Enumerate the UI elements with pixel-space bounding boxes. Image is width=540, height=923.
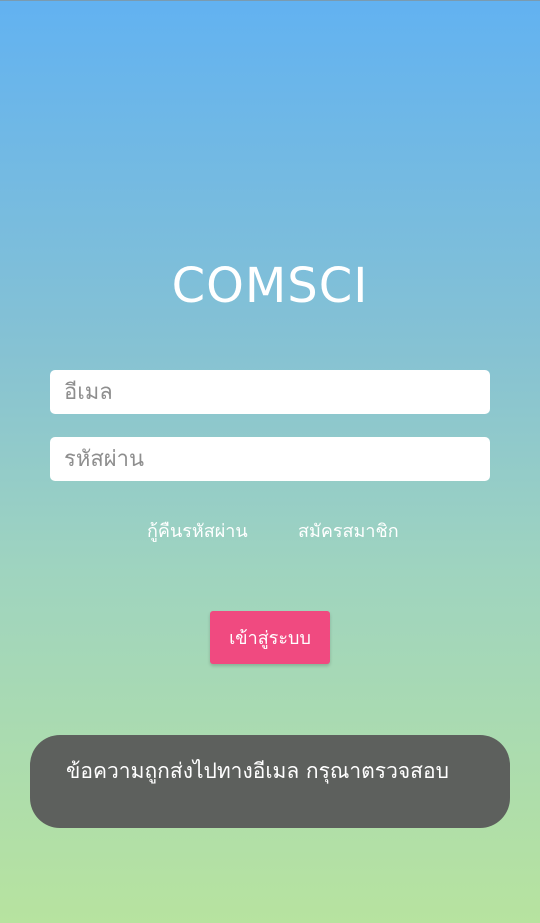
email-field[interactable] <box>62 378 478 406</box>
password-field[interactable] <box>62 445 478 473</box>
toast-text: ข้อความถูกส่งไปทางอีเมล กรุณาตรวจสอบ <box>66 759 449 783</box>
password-field-container <box>50 437 490 481</box>
app-logo: COMSCI <box>171 258 369 314</box>
email-field-container <box>50 370 490 414</box>
login-screen: COMSCI กู้คืนรหัสผ่าน สมัครสมาชิก เข้าสู… <box>0 0 540 923</box>
register-link[interactable]: สมัครสมาชิก <box>298 517 399 547</box>
recover-password-link[interactable]: กู้คืนรหัสผ่าน <box>147 517 248 547</box>
toast-message: ข้อความถูกส่งไปทางอีเมล กรุณาตรวจสอบ <box>30 735 510 828</box>
login-button[interactable]: เข้าสู่ระบบ <box>210 611 330 664</box>
